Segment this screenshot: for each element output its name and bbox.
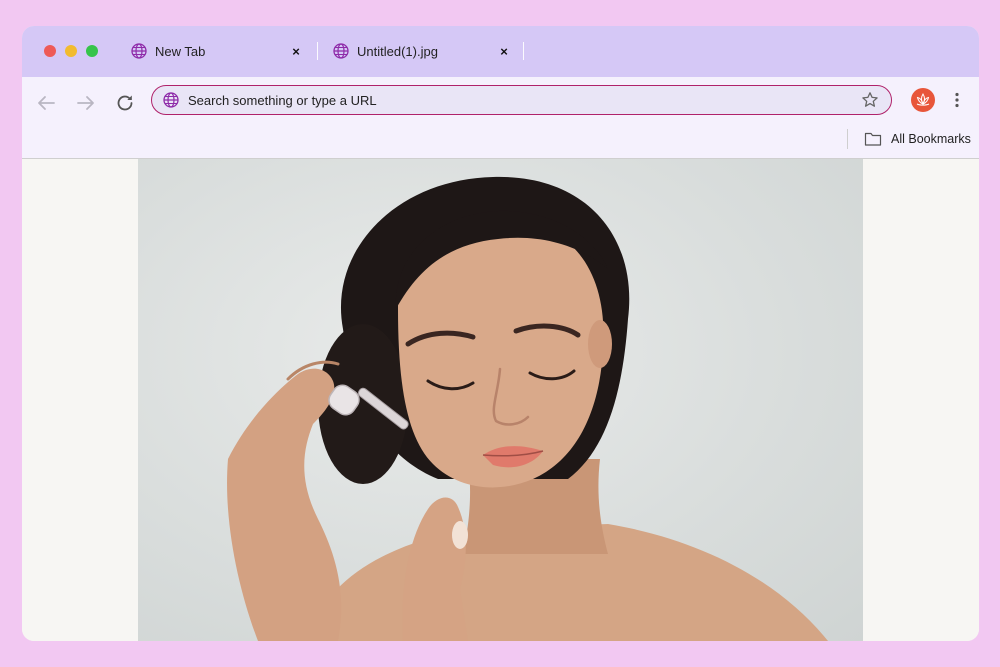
kebab-menu-icon[interactable] [949,91,965,109]
content-image [138,159,863,641]
globe-icon [131,43,147,59]
toolbar: All Bookmarks [22,77,979,159]
tab-bar: New Tab × Untitled(1).jpg × [22,26,979,77]
arrow-left-icon[interactable] [35,92,57,114]
close-tab-icon[interactable]: × [289,44,303,59]
all-bookmarks-button[interactable]: All Bookmarks [864,130,971,148]
star-icon[interactable] [861,91,879,109]
portrait-illustration [227,176,828,641]
tab-title: Untitled(1).jpg [357,43,438,59]
address-input[interactable] [188,90,838,110]
folder-icon [864,132,882,146]
close-window-button[interactable] [44,45,56,57]
bookmarks-label: All Bookmarks [891,132,971,146]
tab-new-tab[interactable]: New Tab × [131,40,303,62]
browser-window: New Tab × Untitled(1).jpg × Search somet… [22,26,979,641]
arrow-right-icon[interactable] [75,92,97,114]
tab-untitled-jpg[interactable]: Untitled(1).jpg × [333,40,511,62]
profile-avatar[interactable] [911,88,935,112]
globe-icon [333,43,349,59]
page-content [22,159,979,641]
close-tab-icon[interactable]: × [497,44,511,59]
globe-icon [163,92,179,108]
tab-divider [523,42,524,60]
bookmarks-divider [847,129,848,149]
reload-icon[interactable] [114,92,136,114]
minimize-window-button[interactable] [65,45,77,57]
tab-title: New Tab [155,43,206,59]
lotus-icon [916,93,930,106]
zoom-window-button[interactable] [86,45,98,57]
tab-divider [317,42,318,60]
address-bar[interactable] [151,85,892,115]
